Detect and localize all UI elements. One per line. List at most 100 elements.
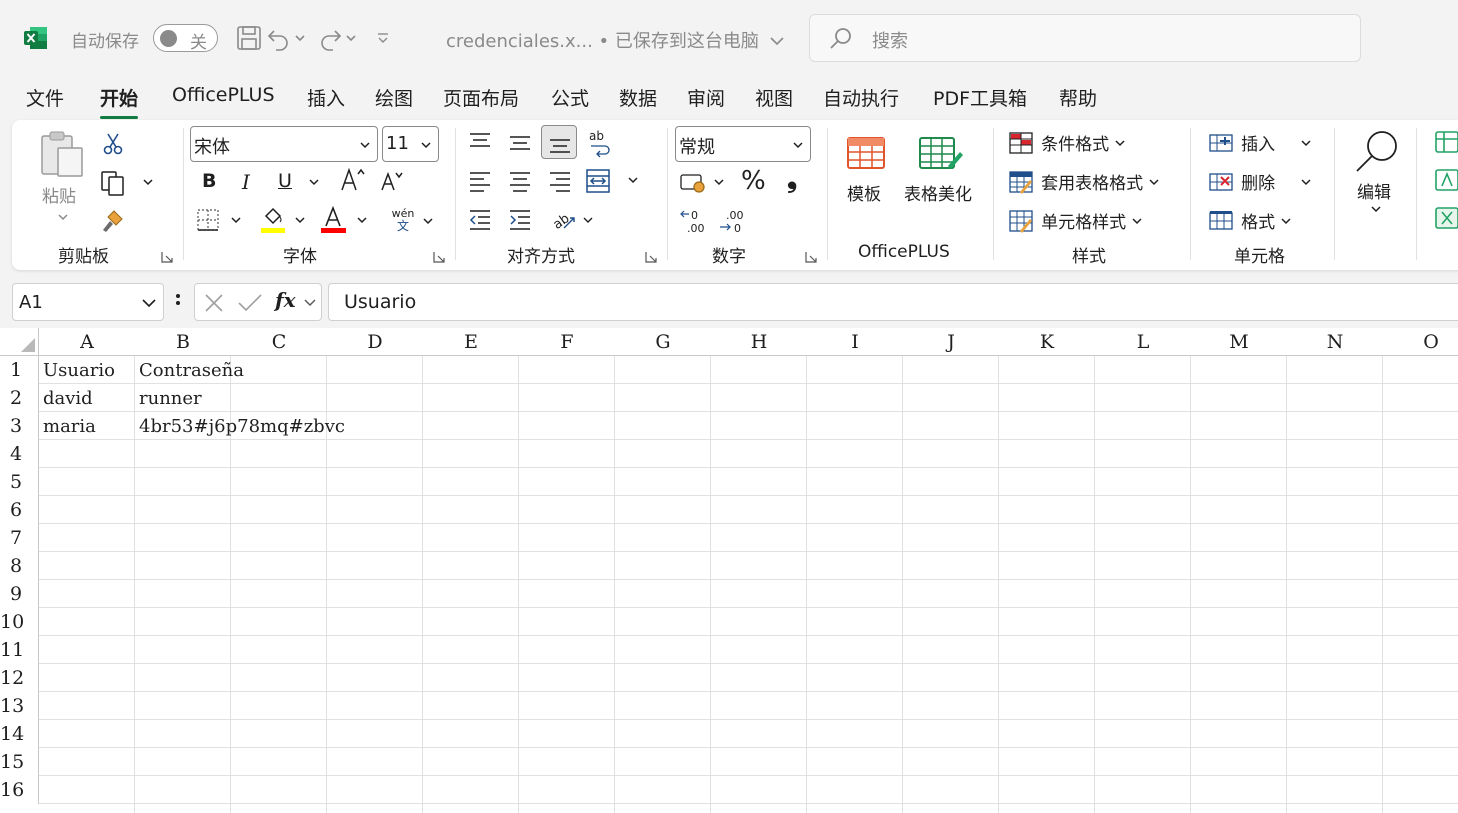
number-launcher-icon[interactable]: [805, 248, 817, 263]
row-header-12[interactable]: 12: [0, 664, 39, 692]
row-header-11[interactable]: 11: [0, 636, 39, 664]
column-header-f[interactable]: F: [519, 328, 615, 356]
align-left-icon[interactable]: [468, 170, 492, 198]
comma-style-button[interactable]: ❟: [787, 164, 797, 195]
merge-center-icon[interactable]: [585, 168, 641, 198]
number-format-select[interactable]: 常规: [675, 126, 811, 162]
column-header-m[interactable]: M: [1191, 328, 1287, 356]
chevron-down-icon[interactable]: [303, 298, 317, 308]
tab-officeplus[interactable]: OfficePLUS: [172, 84, 275, 106]
decrease-indent-icon[interactable]: [468, 208, 492, 236]
column-header-e[interactable]: E: [423, 328, 519, 356]
row-header-13[interactable]: 13: [0, 692, 39, 720]
cell-a1[interactable]: Usuario: [39, 356, 115, 384]
search-box[interactable]: 搜索: [809, 14, 1361, 62]
fill-color-icon[interactable]: [260, 206, 312, 240]
borders-icon[interactable]: [196, 208, 256, 238]
conditional-format-button[interactable]: 条件格式: [1008, 130, 1126, 156]
cell-styles-button[interactable]: 单元格样式: [1008, 208, 1143, 234]
row-header-5[interactable]: 5: [0, 468, 39, 496]
insert-function-button[interactable]: fx: [275, 288, 296, 312]
percent-style-button[interactable]: %: [741, 166, 766, 196]
tab-data[interactable]: 数据: [619, 84, 657, 111]
alignment-launcher-icon[interactable]: [645, 248, 657, 263]
decrease-decimal-icon[interactable]: .00 0: [718, 208, 746, 238]
column-header-o[interactable]: O: [1383, 328, 1458, 356]
tab-draw[interactable]: 绘图: [375, 84, 413, 111]
chevron-down-icon[interactable]: [308, 177, 320, 187]
name-box[interactable]: A1: [12, 283, 164, 321]
cut-icon[interactable]: [102, 132, 124, 160]
column-header-n[interactable]: N: [1287, 328, 1383, 356]
align-right-icon[interactable]: [548, 170, 572, 198]
row-header-2[interactable]: 2: [0, 384, 39, 412]
clipboard-launcher-icon[interactable]: [161, 248, 173, 263]
editing-button[interactable]: 编辑: [1350, 126, 1406, 226]
column-header-j[interactable]: J: [903, 328, 999, 356]
formula-input[interactable]: Usuario: [328, 283, 1458, 321]
row-header-4[interactable]: 4: [0, 440, 39, 468]
cell-a2[interactable]: david: [39, 384, 93, 412]
align-bottom-icon[interactable]: [541, 125, 577, 159]
cell-b3[interactable]: 4br53#j6p78mq#zbvc: [135, 412, 345, 440]
confirm-entry-icon[interactable]: [237, 292, 263, 318]
phonetic-guide-button[interactable]: wén 文: [388, 208, 418, 233]
align-center-icon[interactable]: [508, 170, 532, 198]
tab-page-layout[interactable]: 页面布局: [443, 84, 519, 111]
increase-decimal-icon[interactable]: 0 .00: [679, 208, 707, 238]
column-header-c[interactable]: C: [231, 328, 327, 356]
undo-icon[interactable]: [266, 22, 306, 54]
format-painter-icon[interactable]: [100, 208, 126, 238]
row-header-16[interactable]: 16: [0, 776, 39, 804]
font-color-icon[interactable]: [320, 205, 374, 240]
column-header-d[interactable]: D: [327, 328, 423, 356]
autosave-toggle[interactable]: 关: [153, 24, 218, 53]
template-button[interactable]: 模板: [842, 130, 892, 210]
cell-a3[interactable]: maria: [39, 412, 96, 440]
bold-button[interactable]: B: [202, 170, 216, 192]
cell-b1[interactable]: Contraseña: [135, 356, 244, 384]
accounting-format-icon[interactable]: [679, 170, 729, 200]
tab-file[interactable]: 文件: [26, 84, 64, 111]
save-icon[interactable]: [232, 22, 266, 54]
italic-button[interactable]: I: [242, 170, 250, 194]
column-header-i[interactable]: I: [807, 328, 903, 356]
increase-font-size-icon[interactable]: [340, 166, 366, 196]
column-header-k[interactable]: K: [999, 328, 1095, 356]
font-launcher-icon[interactable]: [433, 248, 445, 263]
worksheet-grid[interactable]: ABCDEFGHIJKLMNO 1 2 3 4 5 6 7 8 9 10 11 12 13 14 15 16 …: [0, 328, 1458, 813]
cell-b2[interactable]: runner: [135, 384, 202, 412]
column-header-h[interactable]: H: [711, 328, 807, 356]
column-header-b[interactable]: B: [135, 328, 231, 356]
align-middle-icon[interactable]: [508, 132, 532, 158]
tab-home[interactable]: 开始: [100, 84, 139, 119]
tab-automate[interactable]: 自动执行: [823, 84, 899, 111]
cancel-entry-icon[interactable]: [203, 292, 225, 318]
copy-icon[interactable]: [100, 170, 158, 200]
tab-review[interactable]: 审阅: [687, 84, 725, 111]
underline-button[interactable]: U: [278, 170, 292, 192]
paste-button[interactable]: 粘贴: [38, 130, 86, 235]
format-as-table-button[interactable]: 套用表格格式: [1008, 169, 1160, 195]
tab-formulas[interactable]: 公式: [551, 84, 589, 111]
row-header-3[interactable]: 3: [0, 412, 39, 440]
align-top-icon[interactable]: [468, 132, 492, 156]
column-header-l[interactable]: L: [1095, 328, 1191, 356]
tab-pdf-tools[interactable]: PDF工具箱: [933, 84, 1027, 111]
row-header-9[interactable]: 9: [0, 580, 39, 608]
font-size-select[interactable]: 11: [382, 126, 439, 162]
row-header-7[interactable]: 7: [0, 524, 39, 552]
row-header-6[interactable]: 6: [0, 496, 39, 524]
delete-cells-button[interactable]: 删除: [1208, 169, 1318, 195]
decrease-font-size-icon[interactable]: [380, 170, 404, 196]
row-header-15[interactable]: 15: [0, 748, 39, 776]
redo-icon[interactable]: [316, 22, 362, 54]
wrap-text-icon[interactable]: ab: [587, 128, 613, 162]
chevron-down-icon[interactable]: [422, 216, 434, 226]
customize-toolbar-icon[interactable]: [366, 22, 400, 54]
insert-cells-button[interactable]: 插入: [1208, 130, 1318, 156]
document-title[interactable]: credenciales.x... • 已保存到这台电脑: [446, 27, 785, 53]
row-header-10[interactable]: 10: [0, 608, 39, 636]
row-header-8[interactable]: 8: [0, 552, 39, 580]
add-in-icon[interactable]: [1434, 130, 1458, 244]
